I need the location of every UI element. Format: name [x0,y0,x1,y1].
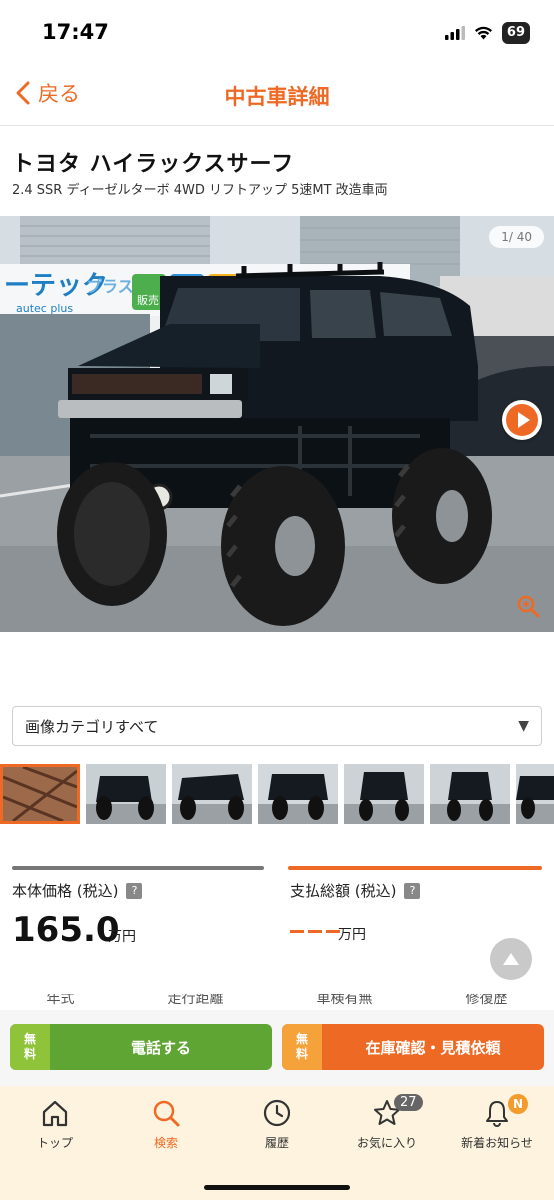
clock-icon [263,1099,291,1127]
battery-indicator: 69 [501,22,530,44]
home-icon [42,1100,68,1127]
signal-icon [444,26,465,40]
page-title: 中古車詳細 [224,85,330,109]
thumbnail-item[interactable] [430,764,510,824]
home-indicator [204,1185,350,1190]
scroll-to-top-button[interactable] [490,938,532,980]
thumbnail-image [430,764,510,824]
tab-label: お気に入り [356,1136,417,1150]
zoom-in-icon [517,595,540,618]
wifi-icon [474,26,492,40]
thumbnail-item[interactable] [0,764,80,824]
tab-label: 履歴 [264,1136,289,1150]
spec-header-row: 年式 走行距離 車検有無 修復歴 [0,994,554,1010]
caret-down-icon: ▼ [518,718,529,734]
thumbnail-image [516,764,554,824]
shop-sign-sub: autec plus [16,302,73,315]
thumbnail-item[interactable] [86,764,166,824]
image-category-select[interactable]: 画像カテゴリすべて ▼ [12,706,542,746]
tab-notifications[interactable]: N 新着お知らせ [442,1094,552,1151]
car-photo-illustration: ーテック プラス autec plus 販売 車検・修 レンタカ [0,216,554,632]
app-header: 戻る 中古車詳細 [0,64,554,126]
help-icon[interactable]: ? [126,882,143,899]
thumbnail-image [172,764,252,824]
tab-label: 新着お知らせ [461,1136,533,1150]
sign-tag-0: 販売 [137,294,159,307]
status-time: 17:47 [42,20,109,44]
tab-search[interactable]: 検索 [111,1098,221,1151]
spec-header: 車検有無 [316,994,373,1007]
thumbnail-image [86,764,166,824]
body-price-label-row: 本体価格 (税込) ? [12,880,143,901]
action-bar: 無 料 電話する 無 料 在庫確認・見積依頼 [0,1010,554,1086]
total-price-label-row: 支払総額 (税込) ? [290,880,421,901]
zoom-button[interactable] [516,594,540,618]
price-tab-indicator-total [288,866,542,870]
car-grade: 2.4 SSR ディーゼルターボ 4WD リフトアップ 5速MT 改造車両 [12,183,388,198]
thumbnail-image [344,764,424,824]
favorites-count-badge: 27 [394,1094,423,1111]
play-icon [506,404,538,436]
body-price-value: 165.0 [12,910,120,950]
tab-top[interactable]: トップ [0,1098,110,1151]
free-tag-line1: 無 [23,1032,36,1046]
tab-label: トップ [36,1136,73,1150]
thumbnail-strip [0,764,554,824]
tab-favorites[interactable]: 27 お気に入り [332,1094,442,1151]
body-price-unit: 万円 [108,929,136,945]
category-select-value: 画像カテゴリすべて [25,717,159,736]
thumbnail-image [3,767,77,821]
thumbnail-item[interactable] [516,764,554,824]
spec-header: 修復歴 [465,994,508,1007]
total-price-value-placeholder [290,930,340,933]
main-photo[interactable]: ーテック プラス autec plus 販売 車検・修 レンタカ [0,216,554,632]
stock-inquiry-button[interactable]: 無 料 在庫確認・見積依頼 [282,1024,544,1070]
free-tag: 無 料 [282,1024,322,1070]
free-tag-line1: 無 [295,1032,308,1046]
total-price-unit: 万円 [338,927,366,943]
call-button[interactable]: 無 料 電話する [10,1024,272,1070]
thumbnail-item[interactable] [258,764,338,824]
spec-header: 年式 [46,994,75,1007]
thumbnail-item[interactable] [172,764,252,824]
video-play-button[interactable] [502,400,542,440]
body-price-label: 本体価格 (税込) [12,882,119,900]
thumbnail-item[interactable] [344,764,424,824]
bottom-tab-bar: トップ 検索 履歴 27 お気に入り N 新着お知らせ [0,1086,554,1200]
free-tag: 無 料 [10,1024,50,1070]
search-icon [153,1100,180,1127]
status-icons: 69 [444,22,530,44]
total-price-label: 支払総額 (税込) [290,882,397,900]
arrow-up-icon [503,953,519,965]
free-tag-line2: 料 [295,1047,308,1061]
price-tab-indicator-body [12,866,264,870]
status-bar: 17:47 69 [0,0,554,64]
thumbnail-image [258,764,338,824]
shop-sign-text2: プラス [86,277,134,296]
tab-history[interactable]: 履歴 [222,1098,332,1151]
tab-label: 検索 [153,1136,178,1150]
help-icon[interactable]: ? [404,882,421,899]
call-button-label: 電話する [130,1038,191,1057]
spec-header: 走行距離 [167,994,224,1007]
photo-counter: 1/ 40 [489,226,544,248]
free-tag-line2: 料 [23,1047,36,1061]
new-notification-badge: N [508,1094,528,1114]
stock-inquiry-button-label: 在庫確認・見積依頼 [365,1038,501,1057]
car-name: トヨタ ハイラックスサーフ [12,152,295,177]
